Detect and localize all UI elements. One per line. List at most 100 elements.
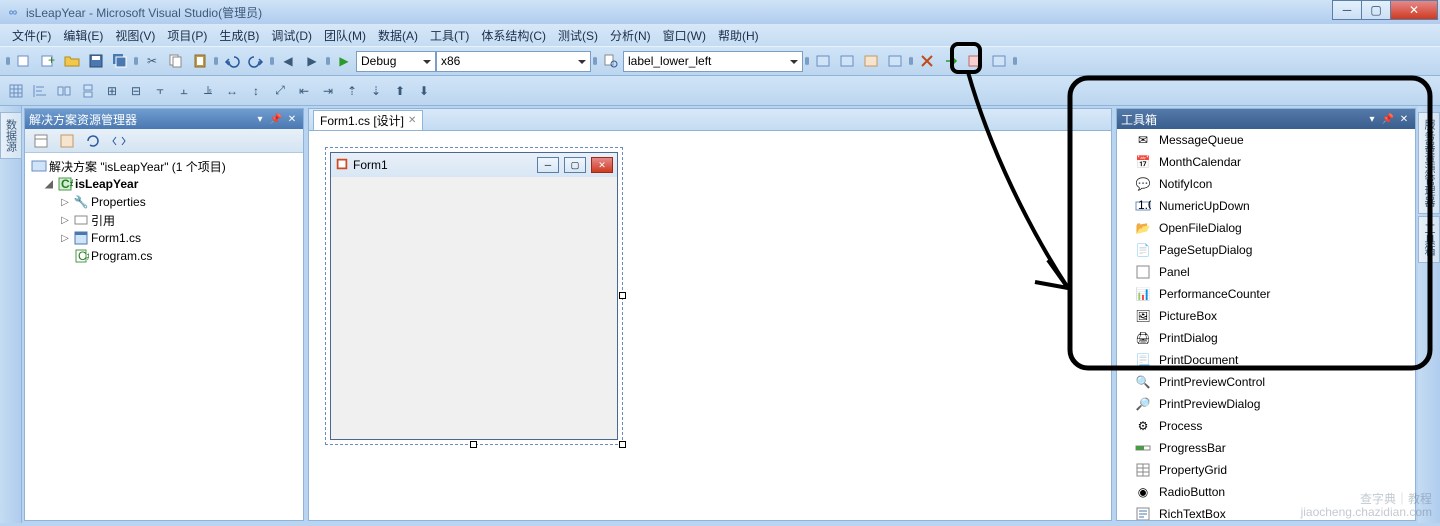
sp-4[interactable]: ⇣ [365, 80, 387, 102]
resize-handle-se[interactable] [619, 441, 626, 448]
panel-close-icon[interactable]: ✕ [285, 112, 299, 126]
tool-messagequeue[interactable]: ✉MessageQueue [1117, 129, 1415, 151]
resize-handle-e[interactable] [619, 292, 626, 299]
al-7[interactable]: ⫡ [197, 80, 219, 102]
tb-2[interactable] [836, 50, 858, 72]
tool-pagesetupdialog[interactable]: 📄PageSetupDialog [1117, 239, 1415, 261]
tb-1[interactable] [812, 50, 834, 72]
panel-close-icon[interactable]: ✕ [1397, 112, 1411, 126]
server-explorer-tab[interactable]: 服务器资源管理器 [1418, 112, 1440, 214]
tool-progressbar[interactable]: ProgressBar [1117, 437, 1415, 459]
tool-printdocument[interactable]: 📃PrintDocument [1117, 349, 1415, 371]
tb-7[interactable] [988, 50, 1010, 72]
tree-program[interactable]: ▷ C# Program.cs [27, 247, 301, 265]
resize-handle-s[interactable] [470, 441, 477, 448]
menu-view[interactable]: 视图(V) [109, 25, 161, 46]
tool-panel[interactable]: Panel [1117, 261, 1415, 283]
menu-tools[interactable]: 工具(T) [424, 25, 475, 46]
tool-notifyicon[interactable]: 💬NotifyIcon [1117, 173, 1415, 195]
sz-1[interactable]: ↔ [221, 80, 243, 102]
panel-pin-icon[interactable]: 📌 [1381, 112, 1395, 126]
properties-button[interactable] [30, 130, 52, 152]
paste-button[interactable] [189, 50, 211, 72]
nav-fwd-button[interactable]: ▶ [301, 50, 323, 72]
maximize-button[interactable]: ▢ [1361, 0, 1391, 20]
toolbox-tab[interactable]: 工具箱 [1418, 216, 1440, 263]
undo-button[interactable] [221, 50, 243, 72]
sp-2[interactable]: ⇥ [317, 80, 339, 102]
show-all-button[interactable] [56, 130, 78, 152]
tb-6[interactable] [964, 50, 986, 72]
platform-combo[interactable]: x86 [436, 51, 591, 72]
copy-button[interactable] [165, 50, 187, 72]
al-2[interactable] [77, 80, 99, 102]
search-box[interactable]: label_lower_left [623, 51, 803, 72]
refresh-button[interactable] [82, 130, 104, 152]
expand-icon[interactable]: ▷ [59, 215, 71, 226]
al-6[interactable]: ⫠ [173, 80, 195, 102]
tool-numericupdown[interactable]: 1.0NumericUpDown [1117, 195, 1415, 217]
view-code-button[interactable] [108, 130, 130, 152]
grid-button[interactable] [5, 80, 27, 102]
menu-architecture[interactable]: 体系结构(C) [475, 25, 552, 46]
al-3[interactable]: ⊞ [101, 80, 123, 102]
panel-dropdown-icon[interactable]: ▾ [1365, 112, 1379, 126]
tab-form1-design[interactable]: Form1.cs [设计] ✕ [313, 110, 423, 130]
tb-3[interactable] [860, 50, 882, 72]
nav-back-button[interactable]: ◀ [277, 50, 299, 72]
tree-solution-root[interactable]: 解决方案 "isLeapYear" (1 个项目) [27, 157, 301, 175]
tree-form1[interactable]: ▷ Form1.cs [27, 229, 301, 247]
tool-printdialog[interactable]: 🖨PrintDialog [1117, 327, 1415, 349]
tool-openfiledialog[interactable]: 📂OpenFileDialog [1117, 217, 1415, 239]
al-5[interactable]: ⫟ [149, 80, 171, 102]
tool-picturebox[interactable]: 🖼PictureBox [1117, 305, 1415, 327]
tool-propertygrid[interactable]: PropertyGrid [1117, 459, 1415, 481]
panel-dropdown-icon[interactable]: ▾ [253, 112, 267, 126]
tool-printpreviewcontrol[interactable]: 🔍PrintPreviewControl [1117, 371, 1415, 393]
align-left-button[interactable] [29, 80, 51, 102]
open-button[interactable] [61, 50, 83, 72]
save-button[interactable] [85, 50, 107, 72]
form-selection[interactable]: Form1 ─ ▢ ✕ [325, 147, 623, 445]
redo-button[interactable] [245, 50, 267, 72]
ord-2[interactable]: ⬇ [413, 80, 435, 102]
sz-2[interactable]: ↕ [245, 80, 267, 102]
menu-analyze[interactable]: 分析(N) [604, 25, 657, 46]
tool-monthcalendar[interactable]: 📅MonthCalendar [1117, 151, 1415, 173]
tb-5[interactable] [940, 50, 962, 72]
form-preview[interactable]: Form1 ─ ▢ ✕ [330, 152, 618, 440]
sz-3[interactable]: ⤢ [269, 80, 291, 102]
sp-1[interactable]: ⇤ [293, 80, 315, 102]
menu-team[interactable]: 团队(M) [318, 25, 372, 46]
ord-1[interactable]: ⬆ [389, 80, 411, 102]
tool-performancecounter[interactable]: 📊PerformanceCounter [1117, 283, 1415, 305]
cut-button[interactable]: ✂ [141, 50, 163, 72]
menu-debug[interactable]: 调试(D) [265, 25, 318, 46]
tree-properties[interactable]: ▷ 🔧 Properties [27, 193, 301, 211]
tool-process[interactable]: ⚙Process [1117, 415, 1415, 437]
tree-references[interactable]: ▷ 引用 [27, 211, 301, 229]
al-1[interactable] [53, 80, 75, 102]
panel-pin-icon[interactable]: 📌 [269, 112, 283, 126]
menu-data[interactable]: 数据(A) [372, 25, 424, 46]
expand-icon[interactable]: ▷ [59, 197, 71, 208]
tree-project[interactable]: ◢ C# isLeapYear [27, 175, 301, 193]
menu-window[interactable]: 窗口(W) [657, 25, 712, 46]
expand-icon[interactable]: ▷ [59, 233, 71, 244]
save-all-button[interactable] [109, 50, 131, 72]
menu-file[interactable]: 文件(F) [6, 25, 57, 46]
start-debug-button[interactable]: ▶ [333, 50, 355, 72]
design-surface[interactable]: Form1 ─ ▢ ✕ [309, 131, 1111, 520]
expand-icon[interactable]: ◢ [43, 179, 55, 190]
menu-build[interactable]: 生成(B) [213, 25, 265, 46]
close-button[interactable]: ✕ [1390, 0, 1438, 20]
tool-printpreviewdialog[interactable]: 🔎PrintPreviewDialog [1117, 393, 1415, 415]
menu-edit[interactable]: 编辑(E) [57, 25, 109, 46]
menu-project[interactable]: 项目(P) [161, 25, 213, 46]
toolbox-button[interactable] [916, 50, 938, 72]
config-combo[interactable]: Debug [356, 51, 436, 72]
minimize-button[interactable]: ─ [1332, 0, 1362, 20]
menu-help[interactable]: 帮助(H) [712, 25, 765, 46]
tab-close-icon[interactable]: ✕ [408, 115, 416, 126]
menu-test[interactable]: 测试(S) [552, 25, 604, 46]
